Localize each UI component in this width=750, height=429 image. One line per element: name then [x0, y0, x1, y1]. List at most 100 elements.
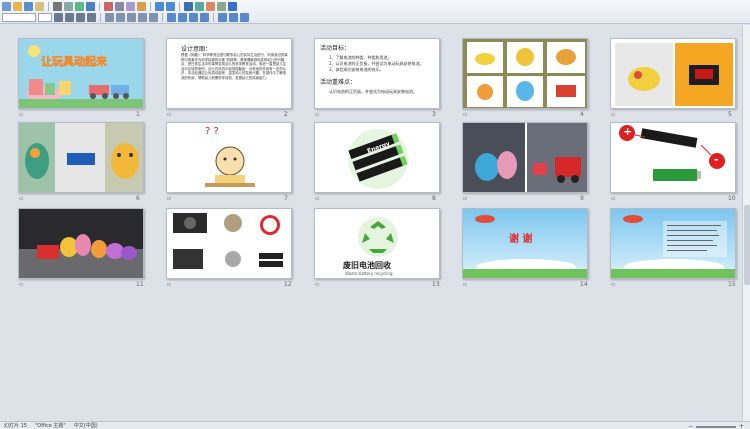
- status-bar: 幻灯片 15 "Office 主题" 中文(中国) − +: [0, 421, 750, 429]
- slide-thumbnail-3[interactable]: 活动目标： 1、了解电池的种类、种类和用途。 2、认识电池的正负极，并尝试为电动…: [314, 38, 440, 109]
- spell-icon[interactable]: [75, 2, 84, 11]
- zoom-icon[interactable]: [217, 2, 226, 11]
- slide-number: 2: [284, 111, 288, 118]
- slide-number: 12: [284, 281, 292, 288]
- slide-number: 11: [136, 281, 144, 288]
- status-language: 中文(中国): [73, 423, 98, 429]
- slide-thumbnail-15[interactable]: [610, 208, 736, 279]
- toolbar-separator: [99, 2, 100, 11]
- underline-icon[interactable]: [76, 13, 85, 22]
- transition-icon: ▫: [167, 195, 172, 202]
- new-slide-icon[interactable]: [240, 13, 249, 22]
- chart-icon[interactable]: [206, 2, 215, 11]
- slide-number: 8: [432, 195, 436, 202]
- transition-icon: ▫: [19, 195, 24, 202]
- toolbar: [0, 0, 750, 24]
- toolbar-separator: [179, 2, 180, 11]
- research-icon[interactable]: [86, 2, 95, 11]
- toolbar-separator: [213, 13, 214, 22]
- transition-icon: ▫: [315, 281, 320, 288]
- slide-thumbnail-14[interactable]: 谢 谢: [462, 208, 588, 279]
- slide-thumbnail-6[interactable]: [18, 122, 144, 193]
- status-theme: "Office 主题": [34, 423, 66, 429]
- open-icon[interactable]: [13, 2, 22, 11]
- align-left-icon[interactable]: [105, 13, 114, 22]
- slide-thumbnail-12[interactable]: [166, 208, 292, 279]
- print-preview-icon[interactable]: [64, 2, 73, 11]
- font-size-field[interactable]: [38, 13, 52, 22]
- slide-6-toys: [19, 123, 143, 192]
- paste-icon[interactable]: [126, 2, 135, 11]
- hyperlink-icon[interactable]: [184, 2, 193, 11]
- font-name-field[interactable]: [2, 13, 36, 22]
- transition-icon: ▫: [167, 281, 172, 288]
- numbering-icon[interactable]: [138, 13, 147, 22]
- copy-icon[interactable]: [115, 2, 124, 11]
- slide-thumbnail-10[interactable]: + -: [610, 122, 736, 193]
- slide-number: 7: [284, 195, 288, 202]
- slide-10-plus-label: +: [623, 125, 633, 138]
- align-center-icon[interactable]: [116, 13, 125, 22]
- transition-icon: ▫: [611, 195, 616, 202]
- italic-icon[interactable]: [65, 13, 74, 22]
- slide-number: 5: [728, 111, 732, 118]
- slide-thumbnail-1[interactable]: 让玩具动起来: [18, 38, 144, 109]
- zoom-in-icon[interactable]: +: [739, 423, 744, 429]
- vertical-scrollbar[interactable]: [742, 25, 750, 421]
- scrollbar-thumb[interactable]: [744, 205, 750, 285]
- outdent-icon[interactable]: [200, 13, 209, 22]
- standard-toolbar: [2, 1, 237, 12]
- transition-icon: ▫: [463, 195, 468, 202]
- transition-icon: ▫: [167, 111, 172, 118]
- slide-number: 13: [432, 281, 440, 288]
- save-icon[interactable]: [24, 2, 33, 11]
- bold-icon[interactable]: [54, 13, 63, 22]
- slide-4-toy-photos: [463, 39, 587, 108]
- format-painter-icon[interactable]: [137, 2, 146, 11]
- redo-icon[interactable]: [166, 2, 175, 11]
- slide-number: 9: [580, 195, 584, 202]
- transition-icon: ▫: [315, 111, 320, 118]
- transition-icon: ▫: [19, 281, 24, 288]
- help-icon[interactable]: [228, 2, 237, 11]
- zoom-slider[interactable]: [695, 425, 736, 428]
- undo-icon[interactable]: [155, 2, 164, 11]
- slide-thumbnail-11[interactable]: [18, 208, 144, 279]
- slide-thumbnail-9[interactable]: [462, 122, 588, 193]
- slide-3-body-2: 认识电池的正负极，并尝试为电动玩具安装电池。: [329, 89, 417, 94]
- indent-icon[interactable]: [189, 13, 198, 22]
- slide-thumbnail-7[interactable]: ? ?: [166, 122, 292, 193]
- design-icon[interactable]: [229, 13, 238, 22]
- slide-thumbnail-2[interactable]: 设计意图： 根据《纲要》"科学教育应密切联系幼儿的实际生活进行，利用身边的事物与…: [166, 38, 292, 109]
- slide-thumbnail-4[interactable]: [462, 38, 588, 109]
- slide-thumbnail-13[interactable]: 废旧电池回收 Waste battery recycling: [314, 208, 440, 279]
- transition-icon: ▫: [611, 281, 616, 288]
- font-size-up-icon[interactable]: [167, 13, 176, 22]
- mail-icon[interactable]: [35, 2, 44, 11]
- print-icon[interactable]: [53, 2, 62, 11]
- slide-thumbnail-8[interactable]: Energy: [314, 122, 440, 193]
- slide-11-toys: [19, 209, 143, 278]
- zoom-out-icon[interactable]: −: [688, 423, 693, 429]
- slide-number: 4: [580, 111, 584, 118]
- slide-thumbnail-5[interactable]: [610, 38, 736, 109]
- slide-5-artwork: [611, 39, 735, 108]
- shadow-icon[interactable]: [87, 13, 96, 22]
- slide-8-batteries: [315, 123, 439, 192]
- transition-icon: ▫: [315, 195, 320, 202]
- slide-13-title: 废旧电池回收: [343, 261, 391, 270]
- font-size-down-icon[interactable]: [178, 13, 187, 22]
- toolbar-separator: [100, 13, 101, 22]
- slide-3-heading-2: 活动重难点：: [320, 79, 357, 86]
- font-color-icon[interactable]: [218, 13, 227, 22]
- bullets-icon[interactable]: [149, 13, 158, 22]
- formatting-toolbar: [2, 12, 249, 23]
- slide-9-toys: [463, 123, 587, 192]
- table-icon[interactable]: [195, 2, 204, 11]
- slide-14-title: 谢 谢: [509, 234, 533, 245]
- align-right-icon[interactable]: [127, 13, 136, 22]
- new-icon[interactable]: [2, 2, 11, 11]
- slide-7-question-marks: ? ?: [205, 126, 219, 137]
- cut-icon[interactable]: [104, 2, 113, 11]
- zoom-control[interactable]: − +: [688, 423, 744, 429]
